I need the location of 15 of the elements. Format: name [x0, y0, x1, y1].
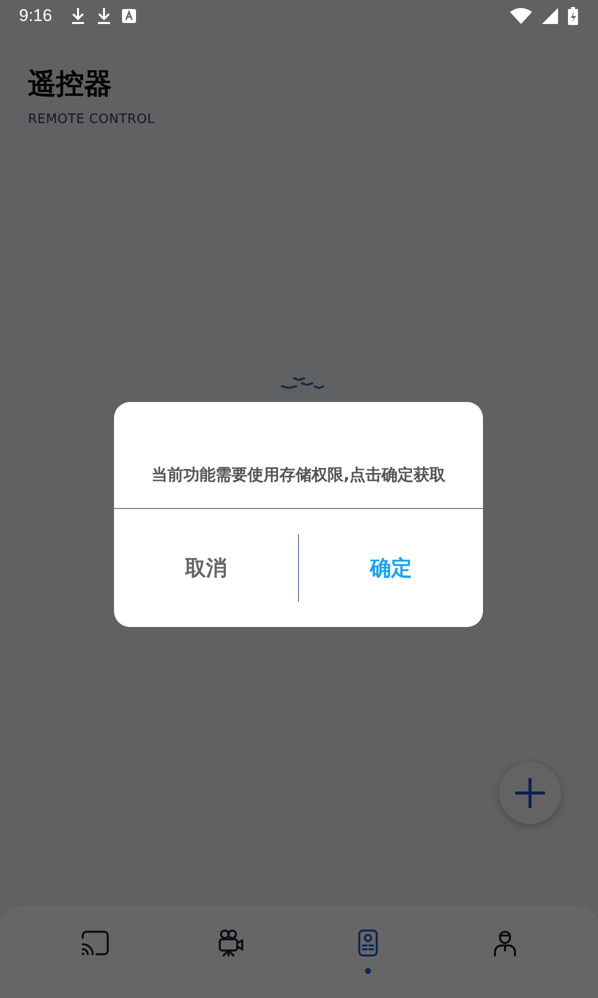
movie-camera-icon — [216, 928, 246, 958]
download-icon — [70, 7, 86, 25]
page-subtitle: REMOTE CONTROL — [28, 112, 156, 127]
plus-icon — [513, 776, 547, 810]
page-title: 遥控器 — [28, 66, 113, 102]
cast-icon — [78, 928, 108, 958]
signal-icon — [542, 8, 558, 24]
dialog-message: 当前功能需要使用存储权限,点击确定获取 — [114, 402, 483, 509]
selected-indicator — [364, 968, 370, 974]
keyboard-icon — [122, 9, 136, 23]
download-icon — [96, 7, 112, 25]
battery-icon — [568, 7, 578, 25]
status-time: 9:16 — [19, 6, 52, 26]
wifi-icon — [510, 8, 532, 24]
cancel-button[interactable]: 取消 — [171, 546, 241, 590]
